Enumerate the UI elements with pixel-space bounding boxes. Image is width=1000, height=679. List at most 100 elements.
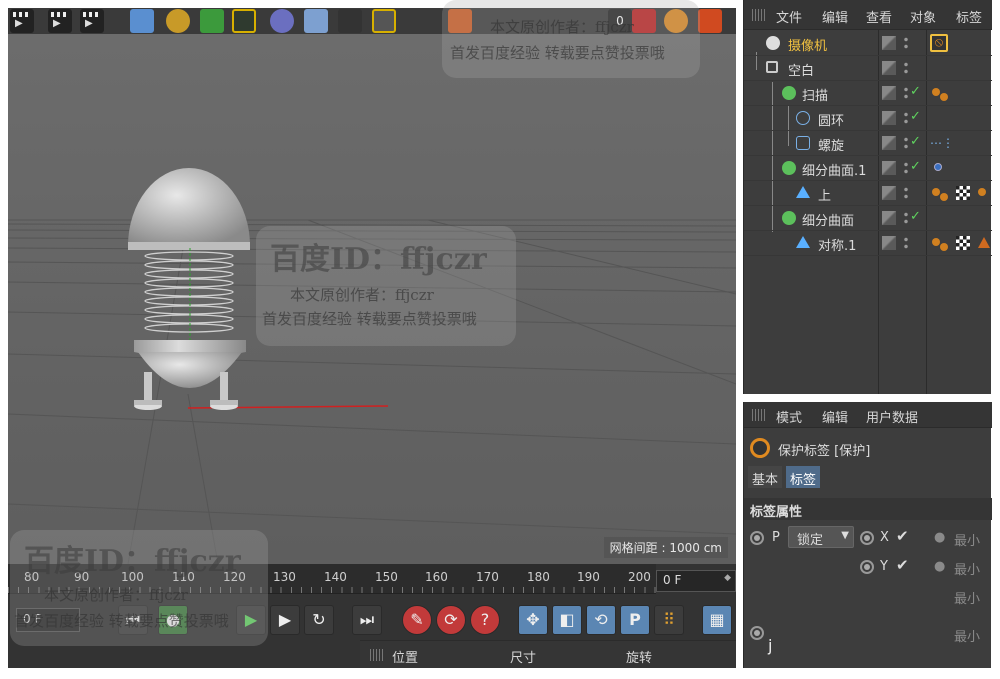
camera-icon[interactable]: [338, 9, 362, 33]
record-keys-button[interactable]: ✎: [402, 605, 432, 635]
pen-spline-icon[interactable]: [166, 9, 190, 33]
menu-object[interactable]: 对象: [910, 7, 936, 26]
visibility-dots-icon[interactable]: [904, 236, 908, 250]
enabled-check-icon[interactable]: ✓: [910, 134, 921, 149]
layer-icon[interactable]: [882, 161, 896, 175]
object-row-subdivision[interactable]: 细分曲面 ✓: [744, 206, 992, 231]
watermark-center: 百度ID：ffjczr 本文原创作者：ffjczr 首发百度经验 转载要点赞投票…: [256, 226, 516, 346]
x-checkbox[interactable]: ✔: [896, 527, 909, 545]
keyframe-selection-button[interactable]: ?: [470, 605, 500, 635]
enabled-check-icon[interactable]: ✓: [910, 159, 921, 174]
layer-icon[interactable]: [882, 86, 896, 100]
object-row-top[interactable]: 上: [744, 181, 992, 206]
layer-icon[interactable]: [882, 211, 896, 225]
layer-icon[interactable]: [882, 236, 896, 250]
object-name: 圆环: [818, 114, 845, 129]
rotate-key-icon[interactable]: ⟲: [586, 605, 616, 635]
render-settings-icon[interactable]: [80, 9, 104, 33]
uvw-tag-icon[interactable]: [956, 236, 970, 250]
close-x-icon[interactable]: [698, 9, 722, 33]
next-frame-button[interactable]: ▶: [270, 605, 300, 635]
y-checkbox[interactable]: ✔: [896, 556, 909, 574]
visibility-dots-icon[interactable]: [904, 86, 908, 100]
object-manager-menu: 文件 编辑 查看 对象 标签: [744, 0, 992, 30]
light-icon[interactable]: [372, 9, 396, 33]
loop-button[interactable]: ↻: [304, 605, 334, 635]
object-name: 对称.1: [818, 239, 857, 254]
stepper-icon[interactable]: ◆: [724, 573, 731, 583]
floor-icon[interactable]: [304, 9, 328, 33]
material-tag-icon[interactable]: [940, 193, 948, 201]
move-key-icon[interactable]: ✥: [518, 605, 548, 635]
panel-grip-icon[interactable]: [752, 9, 766, 21]
object-row-sweep[interactable]: 扫描 ✓: [744, 81, 992, 106]
visibility-dots-icon[interactable]: [904, 36, 908, 50]
menu-edit[interactable]: 编辑: [822, 407, 848, 426]
spline-tag-icon[interactable]: ⋯⋮: [930, 136, 954, 150]
goto-end-button[interactable]: ⏭: [352, 605, 382, 635]
layer-icon[interactable]: [882, 36, 896, 50]
material-tag-icon[interactable]: [932, 238, 940, 246]
point-level-icon[interactable]: ⠿: [654, 605, 684, 635]
cube-icon[interactable]: [130, 9, 154, 33]
p-radio[interactable]: [750, 531, 764, 545]
protection-tag-icon[interactable]: ⦸: [930, 34, 948, 52]
object-row-helix[interactable]: 螺旋 ✓ ⋯⋮: [744, 131, 992, 156]
menu-tags[interactable]: 标签: [956, 7, 982, 26]
selection-tag-icon[interactable]: [978, 237, 990, 248]
material-tag-icon[interactable]: [940, 243, 948, 251]
enabled-check-icon[interactable]: ✓: [910, 209, 921, 224]
material-tag-icon[interactable]: [940, 93, 948, 101]
circle-spline-icon: [796, 111, 810, 125]
layer-icon[interactable]: [882, 136, 896, 150]
tick-label: 180: [527, 570, 550, 584]
phong-tag-icon[interactable]: [934, 163, 942, 171]
auto-key-button[interactable]: ⟳: [436, 605, 466, 635]
menu-view[interactable]: 查看: [866, 7, 892, 26]
layer-icon[interactable]: [882, 186, 896, 200]
visibility-dots-icon[interactable]: [904, 211, 908, 225]
enabled-check-icon[interactable]: ✓: [910, 109, 921, 124]
visibility-dots-icon[interactable]: [904, 111, 908, 125]
object-manager: 文件 编辑 查看 对象 标签 摄像机 ⦸ 空白 扫描 ✓ 圆环 ✓ 螺旋 ✓ ⋯…: [743, 0, 992, 394]
object-row-symmetry-1[interactable]: 对称.1: [744, 231, 992, 256]
object-row-null[interactable]: 空白: [744, 56, 992, 81]
menu-user-data[interactable]: 用户数据: [866, 407, 918, 426]
film-strip-icon[interactable]: ▦: [702, 605, 732, 635]
uvw-tag-icon[interactable]: [956, 186, 970, 200]
visibility-dots-icon[interactable]: [904, 161, 908, 175]
panel-grip-icon[interactable]: [752, 409, 766, 421]
array-icon[interactable]: [232, 9, 256, 33]
min-bullet: ●: [934, 530, 946, 545]
object-row-subdivision-1[interactable]: 细分曲面.1 ✓: [744, 156, 992, 181]
param-key-icon[interactable]: P: [620, 605, 650, 635]
object-row-camera[interactable]: 摄像机 ⦸: [744, 31, 992, 56]
menu-edit[interactable]: 编辑: [822, 7, 848, 26]
visibility-dots-icon[interactable]: [904, 136, 908, 150]
enabled-check-icon[interactable]: ✓: [910, 84, 921, 99]
y-radio[interactable]: [860, 560, 874, 574]
p-dropdown[interactable]: 锁定 ▼: [788, 526, 854, 548]
visibility-dots-icon[interactable]: [904, 61, 908, 75]
visibility-dots-icon[interactable]: [904, 186, 908, 200]
scale-key-icon[interactable]: ◧: [552, 605, 582, 635]
tab-basic[interactable]: 基本: [748, 466, 783, 488]
render-picture-viewer-icon[interactable]: [48, 9, 72, 33]
layer-icon[interactable]: [882, 111, 896, 125]
x-radio[interactable]: [860, 531, 874, 545]
object-row-circle[interactable]: 圆环 ✓: [744, 106, 992, 131]
deformer-icon[interactable]: [270, 9, 294, 33]
tab-tag[interactable]: 标签: [786, 466, 821, 488]
render-view-icon[interactable]: [10, 9, 34, 33]
j-radio[interactable]: [750, 626, 764, 640]
menu-mode[interactable]: 模式: [776, 407, 802, 426]
menu-file[interactable]: 文件: [776, 7, 802, 26]
material-tag-icon[interactable]: [932, 188, 940, 196]
layer-icon[interactable]: [882, 61, 896, 75]
subdivision-icon[interactable]: [200, 9, 224, 33]
tick-label: 170: [476, 570, 499, 584]
material-tag-icon[interactable]: [978, 188, 986, 196]
panel-grip-icon[interactable]: [370, 649, 384, 661]
current-frame-field[interactable]: 0 F ◆: [656, 570, 736, 592]
material-tag-icon[interactable]: [932, 88, 940, 96]
